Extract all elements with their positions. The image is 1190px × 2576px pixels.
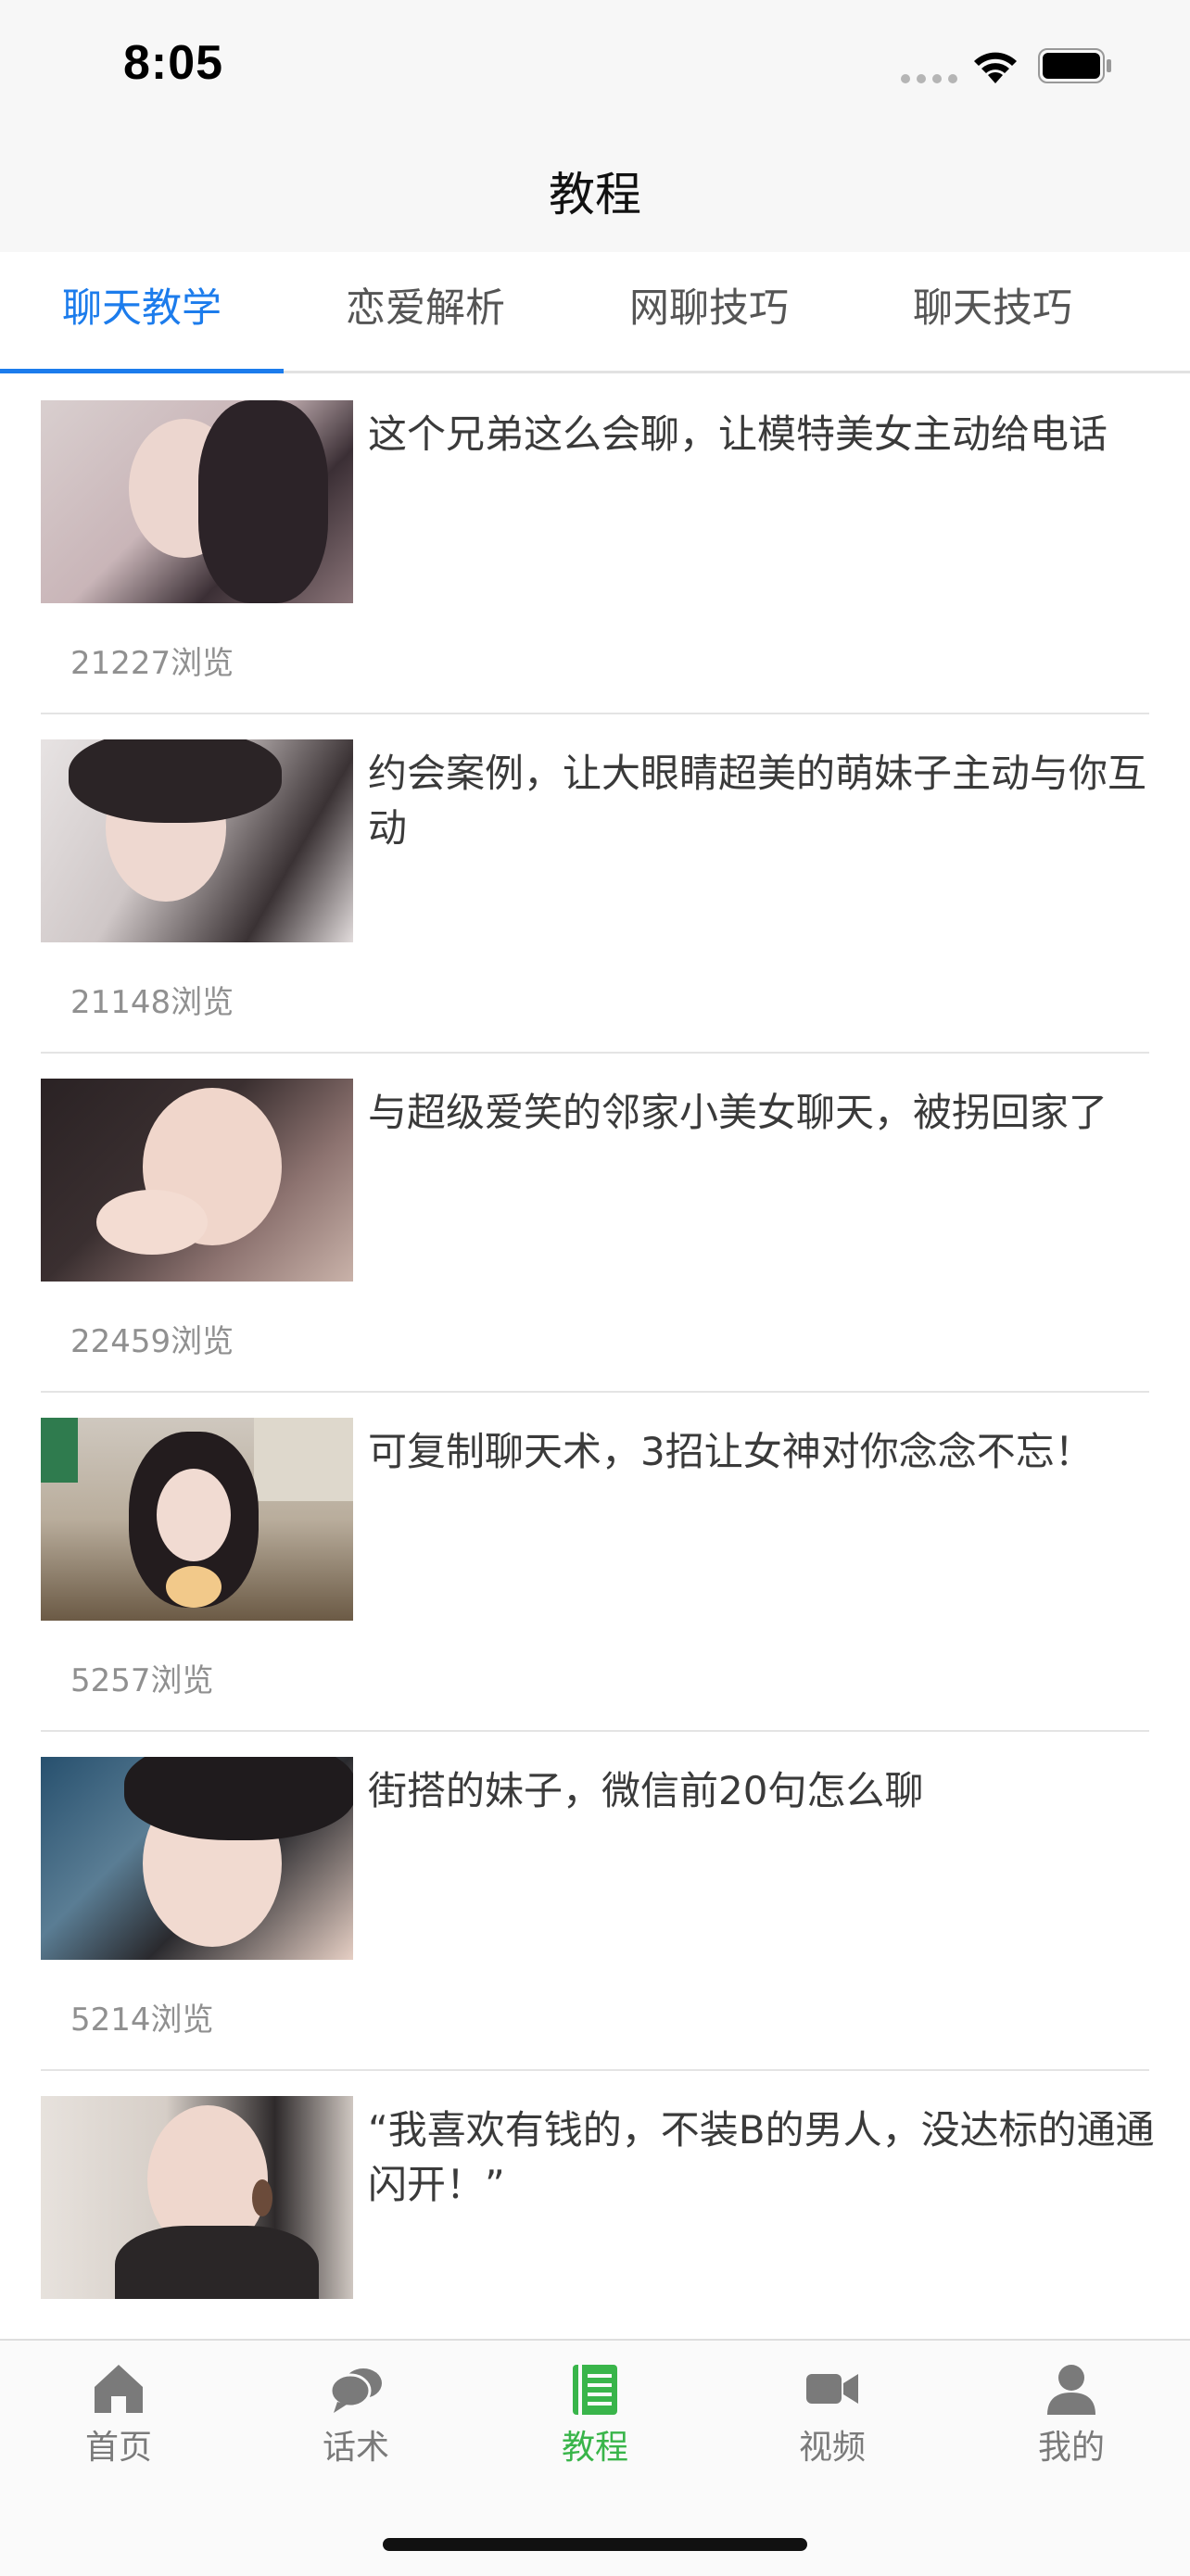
tabbar-item-mine[interactable]: 我的	[953, 2341, 1190, 2470]
view-count: 5214浏览	[70, 2001, 214, 2039]
view-count: 5257浏览	[70, 1662, 214, 1699]
video-camera-icon	[806, 2374, 858, 2404]
home-icon	[95, 2365, 143, 2413]
category-tabs: 聊天教学 恋爱解析 网聊技巧 聊天技巧	[0, 252, 1190, 373]
wifi-icon	[974, 52, 1017, 83]
tab-online-chat-skills[interactable]: 网聊技巧	[567, 252, 851, 371]
battery-icon	[1038, 48, 1111, 83]
tabbar-label: 视频	[798, 2429, 866, 2467]
article-thumbnail	[41, 1757, 353, 1960]
book-list-icon	[573, 2365, 617, 2415]
article-title: 可复制聊天术，3招让女神对你念念不忘！	[368, 1429, 1094, 1474]
tab-chat-teaching[interactable]: 聊天教学	[0, 252, 284, 371]
view-count: 21148浏览	[70, 984, 234, 1021]
list-item[interactable]: 约会案例，让大眼睛超美的萌妹子主动与你互动 21148浏览	[41, 713, 1149, 1054]
status-time: 8:05	[123, 36, 224, 90]
list-item[interactable]: 可复制聊天术，3招让女神对你念念不忘！ 5257浏览	[41, 1391, 1149, 1732]
article-title: 约会案例，让大眼睛超美的萌妹子主动与你互动	[368, 751, 1147, 851]
article-title: 与超级爱笑的邻家小美女聊天，被拐回家了	[368, 1090, 1108, 1135]
tabbar-item-tutorial[interactable]: 教程	[476, 2341, 714, 2470]
list-item[interactable]: 街搭的妹子，微信前20句怎么聊 5214浏览	[41, 1730, 1149, 2071]
article-title: “我喜欢有钱的，不装B的男人，没达标的通通闪开！”	[368, 2107, 1155, 2207]
article-thumbnail	[41, 400, 353, 603]
tabbar-item-scripts[interactable]: 话术	[237, 2341, 475, 2470]
tab-chat-skills[interactable]: 聊天技巧	[851, 252, 1134, 371]
list-item[interactable]: 这个兄弟这么会聊，让模特美女主动给电话 21227浏览	[41, 373, 1149, 714]
page-title: 教程	[549, 168, 641, 221]
article-title: 街搭的妹子，微信前20句怎么聊	[368, 1768, 924, 1813]
tabbar-label: 话术	[322, 2429, 389, 2467]
tabbar-label: 首页	[84, 2429, 152, 2467]
tabbar-item-home[interactable]: 首页	[0, 2341, 237, 2470]
tabbar-label: 教程	[561, 2429, 628, 2467]
home-indicator[interactable]	[383, 2538, 807, 2551]
status-bar: 8:05	[0, 0, 1190, 130]
view-count: 21227浏览	[70, 645, 234, 682]
navigation-bar: 教程	[0, 130, 1190, 252]
tabbar-item-video[interactable]: 视频	[714, 2341, 951, 2470]
article-thumbnail	[41, 1418, 353, 1621]
chat-bubbles-icon	[329, 2368, 382, 2413]
article-thumbnail	[41, 1079, 353, 1282]
user-icon	[1047, 2365, 1095, 2415]
article-thumbnail	[41, 739, 353, 942]
tabbar-label: 我的	[1037, 2429, 1105, 2467]
list-item[interactable]: 与超级爱笑的邻家小美女聊天，被拐回家了 22459浏览	[41, 1052, 1149, 1393]
view-count: 22459浏览	[70, 1323, 234, 1360]
tab-love-analysis[interactable]: 恋爱解析	[284, 252, 567, 371]
cellular-signal-icon	[901, 74, 958, 83]
article-thumbnail	[41, 2096, 353, 2299]
article-title: 这个兄弟这么会聊，让模特美女主动给电话	[368, 411, 1108, 457]
